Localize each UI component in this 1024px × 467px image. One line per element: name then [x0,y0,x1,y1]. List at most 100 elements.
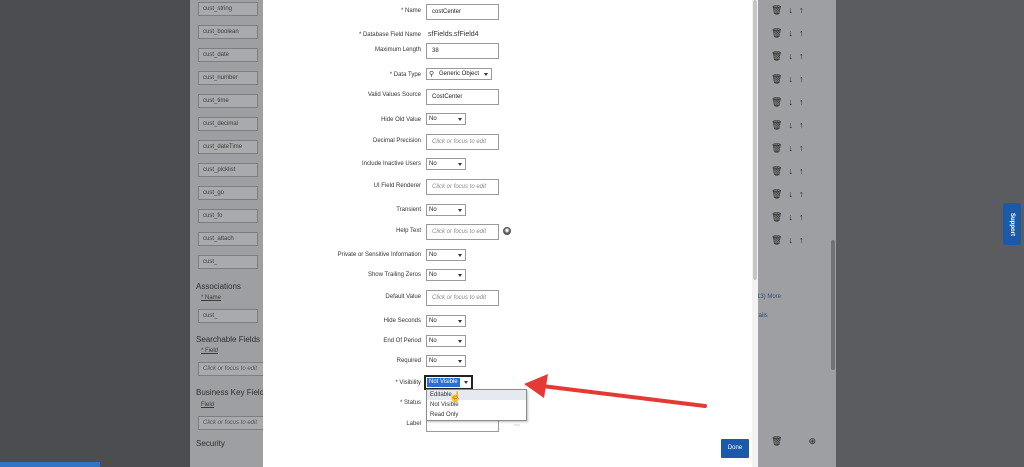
chevron-down-icon [458,340,462,343]
dialog-scrollbar-thumb[interactable] [753,0,757,280]
visibility-option-not-visible[interactable]: Not Visible [427,400,526,410]
row-actions: 🗑 ↓ ↑ [771,97,811,107]
chevron-down-icon [458,320,462,323]
row-actions: 🗑 ↓ ↑ [771,51,811,61]
arrow-up-icon: ↑ [798,212,804,222]
done-button[interactable]: Done [721,439,749,458]
row-actions: 🗑 ↓ ↑ [771,74,811,84]
row-actions: 🗑 ↓ ↑ [771,235,811,245]
custom-field-row: cust_dateTime [198,140,258,154]
trash-icon: 🗑 [771,166,783,176]
private-sensitive-select[interactable]: No [426,249,466,261]
add-circle-icon: ⊕ [808,436,816,446]
transient-value: No [429,207,437,213]
chevron-down-icon [464,381,468,384]
arrow-down-icon: ↓ [788,5,793,15]
custom-field-row: cust_boolean [198,25,258,39]
associations-name-header: * Name [201,295,222,301]
data-type-label: * Data Type [389,72,421,78]
hide-seconds-select[interactable]: No [426,315,466,327]
custom-field-row: cust_string [198,2,258,16]
valid-values-source-input[interactable]: CostCenter [426,89,499,105]
business-key-field-header: Field [201,402,215,408]
trash-icon: 🗑 [771,189,783,199]
database-field-name-label: * Database Field Name [358,32,421,38]
show-trailing-zeros-select[interactable]: No [426,269,466,281]
label-field-label: Label [406,421,421,427]
trash-icon: 🗑 [771,74,783,84]
database-field-name-value: sfFields.sfField4 [428,31,479,38]
decimal-precision-input[interactable]: Click or focus to edit [426,134,499,150]
ui-field-renderer-input[interactable]: Click or focus to edit [426,179,499,195]
hide-old-value-value: No [429,116,437,122]
arrow-up-icon: ↑ [798,189,804,199]
searchable-field-input: Click or focus to edit [198,362,264,376]
arrow-down-icon: ↓ [788,189,793,199]
private-sensitive-label: Private or Sensitive Information [337,252,421,258]
arrow-down-icon: ↓ [788,120,793,130]
default-value-label: Default Value [385,294,421,300]
transient-select[interactable]: No [426,204,466,216]
searchable-fields-heading: Searchable Fields [196,335,261,344]
include-inactive-users-label: Include Inactive Users [361,161,421,167]
footer-actions: 🗑 ⊕ [771,436,816,446]
chevron-down-icon [458,118,462,121]
end-of-period-value: No [429,338,437,344]
data-type-value: Generic Object [439,71,480,77]
business-key-field-input: Click or focus to edit [198,416,264,430]
end-of-period-select[interactable]: No [426,335,466,347]
required-value: No [429,358,437,364]
visibility-option-read-only[interactable]: Read Only [427,410,526,420]
custom-field-row: cust_ [198,255,258,269]
valid-values-source-label: Valid Values Source [367,92,421,98]
searchable-field-header: * Field [201,348,219,354]
label-input[interactable] [426,420,499,432]
arrow-up-icon: ↑ [798,120,804,130]
help-text-input[interactable]: Click or focus to edit [426,224,499,240]
support-tab[interactable]: Support [1003,203,1021,245]
arrow-down-icon: ↓ [788,212,793,222]
arrow-up-icon: ↑ [798,51,804,61]
trash-icon: 🗑 [771,143,783,153]
data-type-select[interactable]: ⚲ Generic Object [426,68,492,80]
arrow-down-icon: ↓ [788,235,793,245]
background-right-panel [836,0,1024,467]
trash-icon: 🗑 [771,120,783,130]
custom-field-row: cust_go [198,186,258,200]
hide-old-value-select[interactable]: No [426,113,466,125]
show-trailing-zeros-value: No [429,272,437,278]
arrow-down-icon: ↓ [788,51,793,61]
default-value-input[interactable]: Click or focus to edit [426,290,499,306]
background-scrollbar[interactable] [831,240,835,370]
name-input[interactable]: costCenter [426,4,499,20]
custom-field-row: cust_fo [198,209,258,223]
more-link: 13) More [757,294,782,300]
transient-label: Transient [396,207,421,213]
details-link: tails [757,313,768,319]
name-label: * Name [400,8,421,14]
trash-icon: 🗑 [771,28,783,38]
chevron-down-icon [484,73,488,76]
trash-icon: 🗑 [771,5,783,15]
ui-field-renderer-label: UI Field Renderer [373,183,421,189]
arrow-up-icon: ↑ [798,235,804,245]
associations-heading: Associations [196,282,241,291]
arrow-up-icon: ↑ [798,143,804,153]
more-options-icon[interactable]: ⋯ [514,422,520,429]
association-row: cust_ [198,309,258,323]
include-inactive-users-select[interactable]: No [426,158,466,170]
arrow-down-icon: ↓ [788,97,793,107]
custom-field-row: cust_decimal [198,117,258,131]
visibility-dropdown-list: Editable Not Visible Read Only [426,389,527,421]
visibility-option-editable[interactable]: Editable [427,390,526,400]
hide-old-value-label: Hide Old Value [381,117,421,123]
visibility-label: * Visibility [395,380,421,386]
required-select[interactable]: No [426,355,466,367]
arrow-up-icon: ↑ [798,28,804,38]
security-heading: Security [196,439,225,448]
include-inactive-users-value: No [429,161,437,167]
hand-cursor-icon: ☝ [449,392,462,403]
maximum-length-input[interactable]: 38 [426,43,499,59]
globe-icon[interactable]: ◉ [503,227,511,235]
visibility-select[interactable]: Not Visible [424,375,473,390]
